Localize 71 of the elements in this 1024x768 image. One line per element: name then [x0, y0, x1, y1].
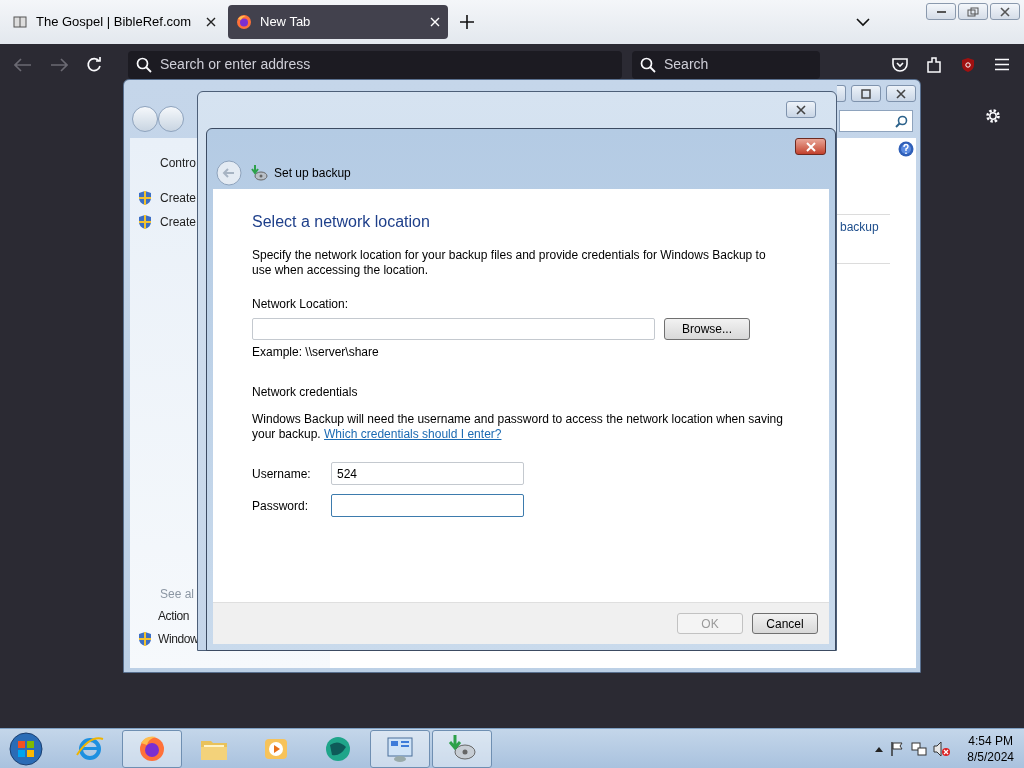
close-icon[interactable]: [206, 17, 216, 27]
puzzle-icon[interactable]: [926, 56, 942, 73]
chevron-up-icon[interactable]: [875, 745, 884, 752]
book-icon: [12, 14, 28, 30]
password-field[interactable]: [331, 494, 524, 517]
sidebar-link[interactable]: Create: [160, 213, 197, 231]
chevron-down-icon[interactable]: [856, 17, 870, 27]
field-label: Password:: [252, 497, 310, 515]
description-text: Specify the network location for your backup files and provide credentials for Windows Backup to use when accessing the location.: [252, 248, 767, 278]
close-icon: [999, 6, 1011, 17]
close-button[interactable]: [886, 85, 916, 102]
example-text: Example: \\server\share: [252, 344, 380, 361]
clock-time[interactable]: 4:54 PM: [968, 732, 1013, 749]
breadcrumb-text[interactable]: Contro: [160, 154, 197, 172]
section-heading: Network credentials: [252, 384, 359, 401]
taskbar-button[interactable]: [432, 729, 492, 768]
taskbar-button[interactable]: [370, 729, 430, 768]
help-link[interactable]: Which credentials should I enter?: [324, 427, 502, 441]
field-label: Network Location:: [252, 296, 350, 313]
reload-icon[interactable]: [86, 56, 102, 73]
location-field[interactable]: [252, 318, 655, 340]
close-icon: [895, 88, 907, 99]
field-label: Username:: [252, 465, 312, 483]
shield-icon: [137, 214, 153, 230]
help-icon[interactable]: [898, 141, 914, 157]
browse-button[interactable]: Browse...: [664, 318, 750, 340]
start-orb-icon[interactable]: [6, 730, 46, 767]
close-icon: [795, 104, 807, 115]
back-icon[interactable]: [14, 57, 32, 72]
maximize-icon: [860, 88, 872, 99]
search-icon: [895, 114, 908, 128]
shield-icon: [137, 631, 153, 647]
close-icon: [804, 141, 817, 152]
shield-extension-icon[interactable]: [960, 56, 976, 73]
credentials-text: Windows Backup will need the username and password to access the network location when saving your backup. Which credentials should I enter?: [252, 412, 784, 442]
close-button[interactable]: [795, 138, 826, 155]
search-icon: [136, 56, 152, 73]
menu-icon[interactable]: [994, 58, 1010, 71]
pocket-icon[interactable]: [892, 57, 908, 72]
search-icon: [640, 56, 656, 73]
shield-icon: [137, 190, 153, 206]
network-icon[interactable]: [911, 740, 928, 757]
browser-tab[interactable]: New Tab: [228, 5, 448, 39]
new-tab-icon[interactable]: [460, 15, 474, 29]
firefox-icon: [236, 14, 252, 30]
forward-icon[interactable]: [50, 57, 68, 72]
minimize-icon: [936, 10, 946, 13]
flag-icon[interactable]: [889, 740, 906, 757]
close-button[interactable]: [990, 3, 1020, 20]
search-field[interactable]: Search: [632, 50, 820, 79]
clock-date[interactable]: 8/5/2024: [967, 748, 1014, 765]
taskbar-button[interactable]: [122, 729, 182, 768]
browser-tab[interactable]: The Gospel | BibleRef.com: [4, 5, 224, 39]
maximize-button[interactable]: [851, 85, 881, 102]
username-field[interactable]: 524: [331, 462, 524, 485]
backup-link[interactable]: backup: [840, 218, 879, 236]
speaker-muted-icon[interactable]: [933, 740, 952, 757]
address-field[interactable]: Search or enter address: [128, 50, 622, 79]
close-button[interactable]: [786, 101, 816, 118]
settings-icon[interactable]: [984, 107, 1002, 125]
sidebar-link[interactable]: Create: [160, 189, 197, 207]
dialog-title: Set up backup: [274, 165, 351, 182]
backup-drive-icon: [250, 165, 268, 181]
sidebar-link[interactable]: Window: [158, 630, 199, 648]
sidebar-link[interactable]: Action: [158, 607, 189, 625]
page-heading: Select a network location: [252, 212, 431, 232]
restore-button[interactable]: [958, 3, 988, 20]
search-field[interactable]: [839, 110, 913, 132]
section-heading: See al: [160, 586, 195, 603]
cancel-button[interactable]: Cancel: [752, 613, 818, 634]
restore-icon: [967, 6, 979, 17]
